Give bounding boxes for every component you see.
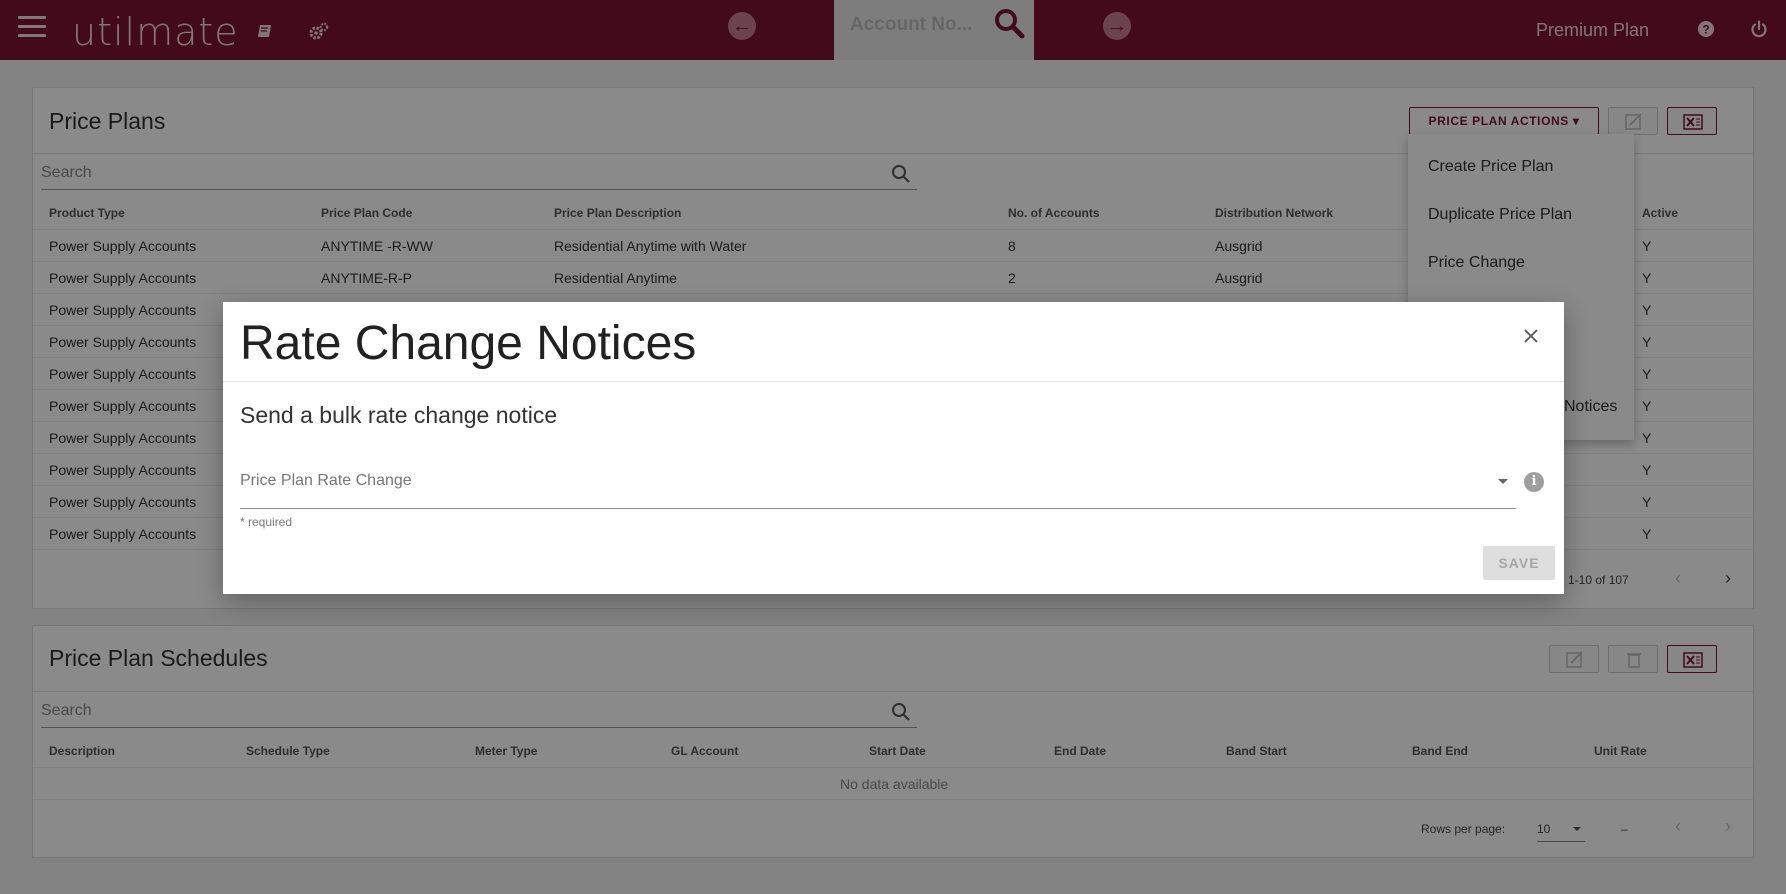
save-button[interactable]: SAVE (1483, 546, 1555, 580)
info-icon[interactable]: i (1524, 472, 1544, 492)
price-plan-rate-change-select[interactable]: Price Plan Rate Change (240, 452, 1516, 509)
rate-change-notices-dialog: Rate Change Notices Send a bulk rate cha… (223, 302, 1564, 594)
dialog-divider (223, 381, 1564, 382)
dialog-subtitle: Send a bulk rate change notice (240, 402, 558, 428)
dialog-title: Rate Change Notices (240, 317, 697, 370)
required-hint: * required (240, 515, 293, 529)
close-icon[interactable] (1519, 324, 1543, 348)
chevron-down-icon (1498, 479, 1508, 484)
select-label: Price Plan Rate Change (240, 472, 412, 489)
